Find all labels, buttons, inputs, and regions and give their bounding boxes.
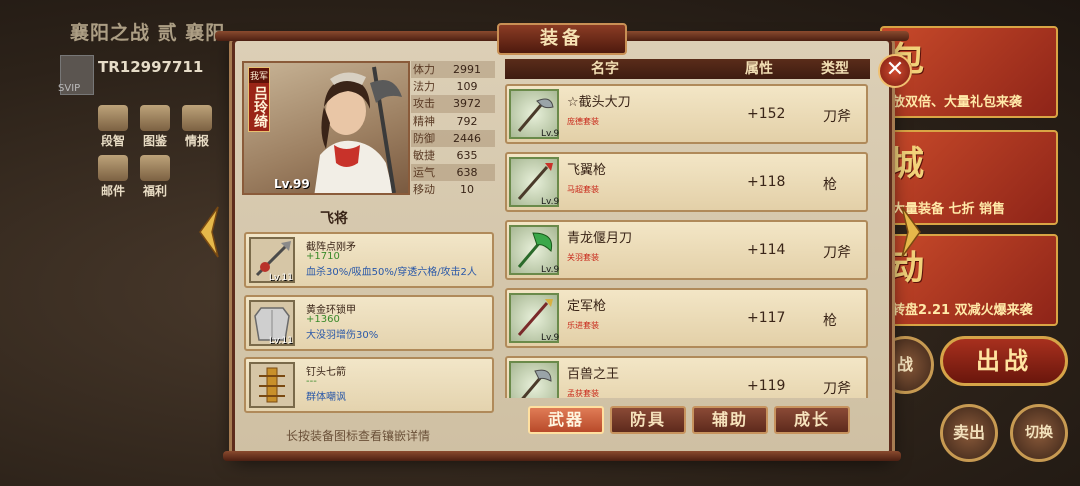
equipment-attr: +114	[747, 242, 786, 258]
equipment-name: ☆截头大刀	[567, 95, 631, 110]
hero-stats-table: 体力 2991 法力 109 攻击 3972 精神 792 防御 2446 敏捷 635 运…	[411, 61, 495, 199]
equipment-type: 刀斧	[823, 245, 851, 261]
arrow-bundle-icon[interactable]	[249, 362, 295, 408]
hero-figure-icon	[314, 66, 402, 193]
menu-item-welfare[interactable]: 福利	[134, 155, 176, 199]
equipped-accessory-slot[interactable]: 钉头七箭 --- 群体嘲讽	[244, 357, 494, 413]
skill-desc: 血杀30%/吸血50%/穿透六格/攻击2人	[306, 267, 477, 278]
stage-title: 襄阳之战 贰 襄阳	[70, 22, 226, 44]
equipment-row[interactable]: 百兽之王 孟获套装 +119 刀斧	[505, 356, 868, 398]
equipment-row[interactable]: Lv.9 青龙偃月刀 关羽套装 +114 刀斧	[505, 220, 868, 280]
equipment-type: 刀斧	[823, 109, 851, 125]
glaive-icon[interactable]: Lv.9	[509, 225, 559, 275]
equipment-type: 枪	[823, 177, 837, 193]
equipment-set: 孟获套装	[567, 389, 599, 398]
hero-portrait[interactable]: 我军 吕玲绮 Lv.99	[242, 61, 410, 195]
skill-value: +1710	[306, 251, 340, 262]
equipment-row[interactable]: Lv.9 ☆截头大刀 庞德套装 +152 刀斧	[505, 84, 868, 144]
broadsword-icon[interactable]: Lv.9	[509, 89, 559, 139]
spear-icon[interactable]: Lv.9	[509, 293, 559, 343]
menu-item-qingbao[interactable]: 情报	[176, 105, 218, 149]
hero-name-tag: 我军 吕玲绮	[248, 67, 270, 132]
dialog-title: 装备	[497, 23, 627, 55]
prev-hero-arrow-icon[interactable]	[198, 205, 220, 259]
equipment-attr: +117	[747, 310, 786, 326]
menu-item-duanzhi[interactable]: 段智	[92, 105, 134, 149]
equipment-type: 枪	[823, 313, 837, 329]
skill-desc: 大没羽增伤30%	[306, 330, 379, 341]
stat-row: 精神 792	[413, 114, 478, 128]
qingbao-icon	[182, 105, 212, 131]
equipment-list[interactable]: Lv.9 ☆截头大刀 庞德套装 +152 刀斧 Lv.9 飞翼枪 马超套装 +1…	[505, 82, 870, 398]
equipment-attr: +118	[747, 174, 786, 190]
equipment-row[interactable]: Lv.9 定军枪 乐进套装 +117 枪	[505, 288, 868, 348]
spear-icon[interactable]: Lv.9	[509, 157, 559, 207]
equipment-name: 定军枪	[567, 299, 607, 314]
vip-badge: SVIP	[58, 83, 81, 94]
stat-row: 攻击 3972	[411, 95, 495, 113]
tab-growth[interactable]: 成长	[774, 406, 850, 434]
stat-row: 体力 2991	[411, 61, 495, 79]
skill-desc: 群体嘲讽	[306, 392, 346, 403]
stat-row: 防御 2446	[411, 129, 495, 147]
mail-icon	[98, 155, 128, 181]
halberd-icon[interactable]	[509, 361, 559, 398]
skill-value: ---	[306, 376, 317, 387]
equipment-attr: +152	[747, 106, 786, 122]
equipment-set: 关羽套装	[567, 253, 599, 262]
equipment-name: 飞翼枪	[567, 163, 607, 178]
column-attr: 属性	[745, 61, 773, 77]
faction-label: 我军	[249, 68, 269, 83]
equipment-row[interactable]: Lv.9 飞翼枪 马超套装 +118 枪	[505, 152, 868, 212]
stat-row: 敏捷 635	[413, 148, 478, 162]
equipment-type: 刀斧	[823, 381, 851, 397]
deploy-button[interactable]: 出战	[940, 336, 1068, 386]
tujian-icon	[140, 105, 170, 131]
next-hero-arrow-icon[interactable]	[900, 205, 922, 259]
equipment-name: 青龙偃月刀	[567, 231, 633, 246]
column-type: 类型	[821, 61, 849, 77]
equipment-set: 乐进套装	[567, 321, 599, 330]
welfare-icon	[140, 155, 170, 181]
stat-row: 运气 638	[411, 164, 495, 182]
stat-row: 法力 109	[413, 80, 478, 94]
equipment-set: 马超套装	[567, 185, 599, 194]
armor-icon[interactable]: Lv.11	[249, 300, 295, 346]
equipped-armor-slot[interactable]: Lv.11 黄金环锁甲 +1360 大没羽增伤30%	[244, 295, 494, 351]
sell-button[interactable]: 卖出	[940, 404, 998, 462]
dialog-bottom-ornament	[223, 451, 901, 461]
hero-level: Lv.99	[274, 177, 310, 191]
equipment-set: 庞德套装	[567, 117, 599, 126]
tab-armor[interactable]: 防具	[610, 406, 686, 434]
equipment-attr: +119	[747, 378, 786, 394]
equipment-tabs: 武器 防具 辅助 成长	[528, 406, 850, 434]
menu-item-mail[interactable]: 邮件	[92, 155, 134, 199]
duanzhi-icon	[98, 105, 128, 131]
menu-item-tujian[interactable]: 图鉴	[134, 105, 176, 149]
tab-accessory[interactable]: 辅助	[692, 406, 768, 434]
equipped-weapon-slot[interactable]: Lv.11 截阵点刚矛 +1710 血杀30%/吸血50%/穿透六格/攻击2人	[244, 232, 494, 288]
player-id: TR12997711	[98, 58, 204, 76]
switch-button[interactable]: 切换	[1010, 404, 1068, 462]
stat-row: 移动 10	[413, 183, 474, 197]
tab-weapon[interactable]: 武器	[528, 406, 604, 434]
close-button[interactable]: ✕	[878, 54, 912, 88]
equipment-list-header: 名字 属性 类型	[505, 59, 870, 79]
spear-icon[interactable]: Lv.11	[249, 237, 295, 283]
column-name: 名字	[591, 61, 619, 77]
equipment-name: 百兽之王	[567, 367, 620, 382]
hero-name: 吕玲绮	[252, 86, 268, 128]
skill-value: +1360	[306, 314, 340, 325]
long-press-hint: 长按装备图标查看镶嵌详情	[286, 429, 431, 443]
hero-class-title: 飞将	[320, 211, 348, 227]
